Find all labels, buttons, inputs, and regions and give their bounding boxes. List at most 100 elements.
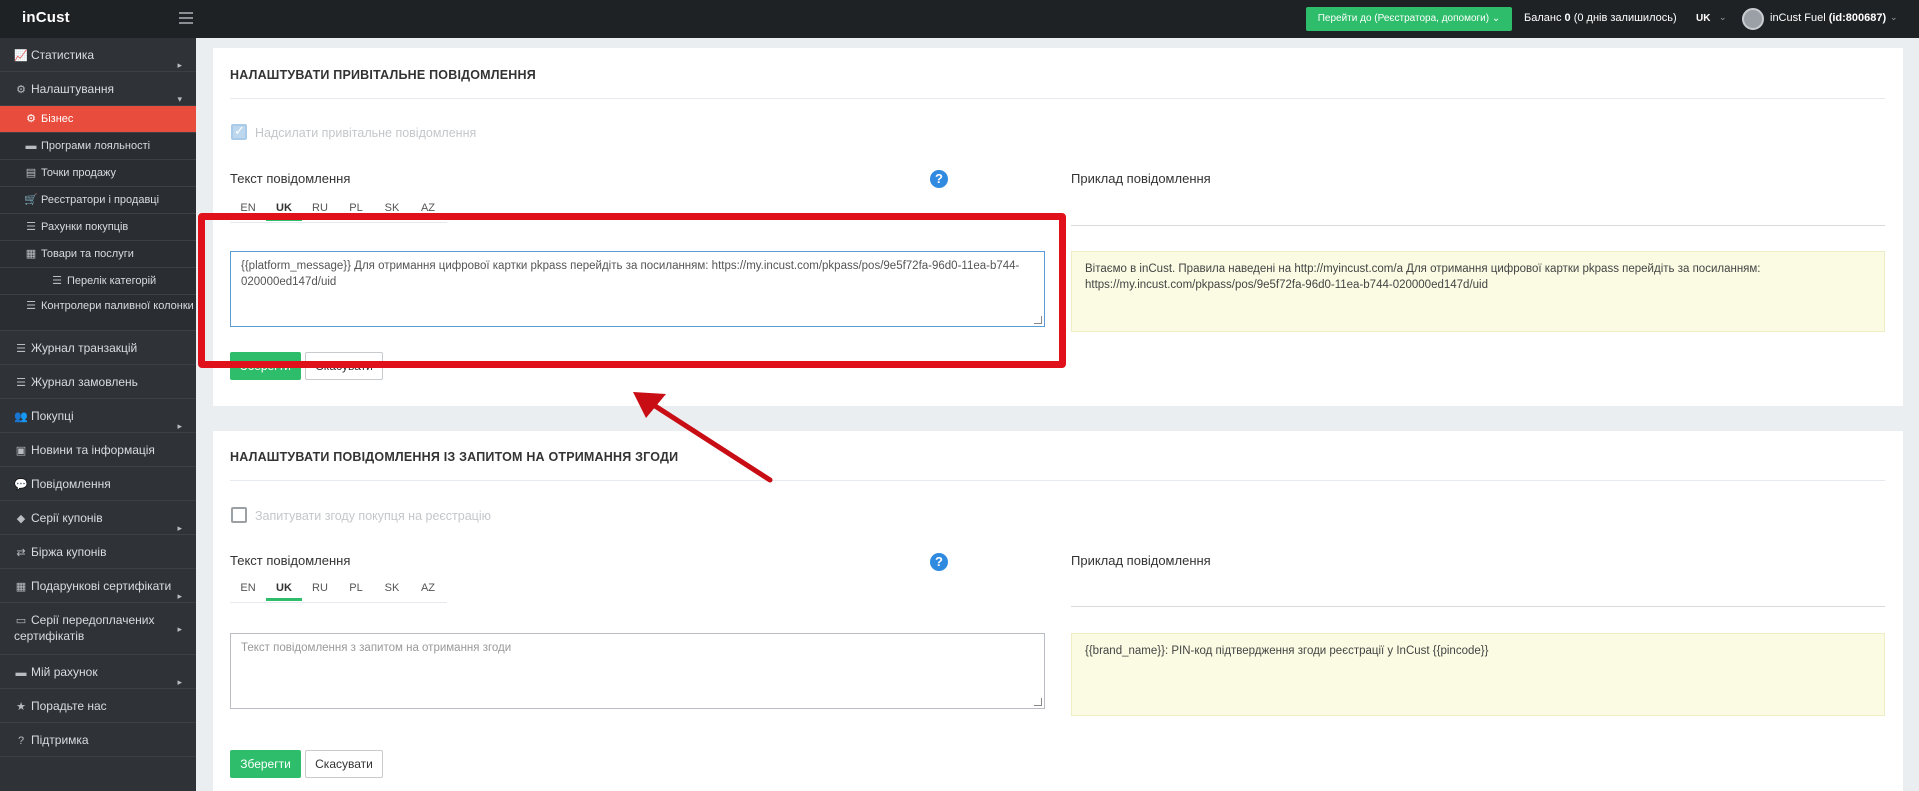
panel-title: НАЛАШТУВАТИ ПОВІДОМЛЕННЯ ІЗ ЗАПИТОМ НА О… [230, 450, 679, 464]
sidebar-item-transactions[interactable]: ☰ Журнал транзакцій [0, 331, 196, 365]
sidebar-item-coupon-exchange[interactable]: ⇄ Біржа купонів [0, 535, 196, 569]
sidebar-item-label: Товари та послуги [41, 248, 134, 260]
sidebar-item-label: Контролери паливної колонки [41, 300, 194, 312]
sidebar-item-label: Перелік категорій [67, 275, 157, 287]
sidebar-item-fuel-controllers[interactable]: ☰ Контролери паливної колонки [0, 295, 196, 331]
message-example-label: Приклад повідомлення [1071, 171, 1211, 186]
tab-sk[interactable]: SK [374, 579, 410, 601]
gift-icon: ▦ [15, 581, 27, 593]
user-menu[interactable]: inCust Fuel (id:800687) [1770, 12, 1886, 24]
sidebar-item-recommend[interactable]: ★ Порадьте нас [0, 689, 196, 723]
sidebar-item-label: Покупці [31, 409, 74, 423]
document-icon: ▤ [25, 167, 37, 179]
exchange-icon: ⇄ [16, 547, 26, 559]
send-welcome-label: Надсилати привітальне повідомлення [255, 126, 477, 140]
save-button[interactable]: Зберегти [230, 750, 301, 778]
sidebar-item-my-account[interactable]: ▬ Мій рахунок ▸ [0, 655, 196, 689]
sidebar-item-orders[interactable]: ☰ Журнал замовлень [0, 365, 196, 399]
cancel-button[interactable]: Скасувати [305, 750, 383, 778]
sidebar-item-goods-services[interactable]: ▦ Товари та послуги [0, 241, 196, 268]
sidebar-item-customers[interactable]: 👥 Покупці ▸ [0, 399, 196, 433]
sidebar-item-support[interactable]: ? Підтримка [0, 723, 196, 757]
gear-icon: ⚙ [16, 84, 26, 96]
menu-toggle-icon[interactable] [179, 12, 193, 24]
language-selector[interactable]: UK [1696, 13, 1710, 24]
tab-pl[interactable]: PL [338, 579, 374, 601]
help-icon[interactable]: ? [930, 170, 948, 188]
message-text-label: Текст повідомлення [230, 171, 351, 186]
sidebar-item-loyalty-programs[interactable]: ▬ Програми лояльності [0, 133, 196, 160]
goto-button-label: Перейти до (Реєстратора, допомоги) [1317, 13, 1490, 24]
chevron-down-icon[interactable]: ⌄ [1890, 12, 1898, 23]
tab-uk[interactable]: UK [266, 579, 302, 601]
sidebar-item-label: Журнал транзакцій [31, 341, 138, 355]
users-icon: 👥 [14, 411, 28, 423]
tab-en[interactable]: EN [230, 579, 266, 601]
sidebar-item-messages[interactable]: 💬 Повідомлення [0, 467, 196, 501]
briefcase-icon: ▬ [25, 140, 37, 152]
star-icon: ★ [16, 701, 26, 713]
sidebar-item-prepaid-certificates[interactable]: ▭ Серії передоплачених сертифікатів ▸ [0, 603, 196, 655]
sidebar-item-settings[interactable]: ⚙ Налаштування ▾ [0, 72, 196, 106]
list-icon: ▦ [25, 248, 37, 260]
divider [1071, 225, 1885, 226]
user-name: inCust Fuel [1770, 12, 1826, 24]
sidebar-item-customer-accounts[interactable]: ☰ Рахунки покупців [0, 214, 196, 241]
sidebar-item-label: Журнал замовлень [31, 375, 138, 389]
top-bar: inCust Перейти до (Реєстратора, допомоги… [0, 0, 1919, 38]
sidebar-item-label: Новини та інформація [31, 443, 155, 457]
sidebar-item-gift-certificates[interactable]: ▦ Подарункові сертифікати ▸ [0, 569, 196, 603]
sidebar-item-label: Повідомлення [31, 477, 111, 491]
sidebar-item-label: Реєстратори і продавці [41, 194, 160, 206]
sidebar-item-label: Серії купонів [31, 511, 103, 525]
consent-message-panel: НАЛАШТУВАТИ ПОВІДОМЛЕННЯ ІЗ ЗАПИТОМ НА О… [213, 431, 1903, 791]
list-icon: ☰ [26, 221, 36, 233]
sidebar-item-label: Статистика [31, 48, 95, 62]
request-consent-checkbox[interactable] [231, 507, 247, 523]
sidebar-item-label: Рахунки покупців [41, 221, 129, 233]
resize-handle[interactable] [1034, 698, 1042, 706]
consent-message-example: {{brand_name}}: PIN-код підтвердження зг… [1071, 633, 1885, 716]
card-icon: ▭ [15, 615, 27, 627]
balance-info: Баланс 0 (0 днів залишилось) [1524, 12, 1677, 24]
divider [1071, 606, 1885, 607]
list-icon: ☰ [52, 275, 62, 287]
tab-az[interactable]: AZ [410, 579, 446, 601]
list-icon: ☰ [16, 343, 26, 355]
help-icon[interactable]: ? [930, 553, 948, 571]
divider [230, 480, 1885, 481]
message-text-label: Текст повідомлення [230, 553, 351, 568]
example-text: {{brand_name}}: PIN-код підтвердження зг… [1085, 645, 1489, 657]
gear-icon: ⚙ [26, 113, 36, 125]
chevron-down-icon[interactable]: ⌄ [1719, 12, 1727, 23]
sidebar-item-statistics[interactable]: 📈 Статистика ▸ [0, 38, 196, 72]
sidebar-item-business[interactable]: ⚙ Бізнес [0, 106, 196, 133]
sidebar: 📈 Статистика ▸ ⚙ Налаштування ▾ ⚙ Бізнес ▬ Про… [0, 38, 196, 791]
sidebar-item-news[interactable]: ▣ Новини та інформація [0, 433, 196, 467]
annotation-arrow [633, 392, 773, 483]
consent-message-placeholder: Текст повідомлення з запитом на отриманн… [241, 642, 512, 654]
balance-days: (0 днів залишилось) [1573, 12, 1677, 24]
sidebar-item-label: Подарункові сертифікати [31, 579, 172, 593]
send-welcome-checkbox[interactable] [231, 123, 247, 140]
tab-ru[interactable]: RU [302, 579, 338, 601]
sidebar-item-categories[interactable]: ☰ Перелік категорій [0, 268, 196, 295]
avatar[interactable] [1742, 8, 1764, 30]
cart-icon: 🛒 [24, 194, 38, 206]
sidebar-item-label: Точки продажу [41, 167, 116, 179]
tag-icon: ◆ [16, 513, 26, 525]
chevron-right-icon: ▸ [177, 623, 182, 634]
sidebar-item-label: Серії передоплачених сертифікатів [14, 613, 155, 643]
sidebar-item-points-of-sale[interactable]: ▤ Точки продажу [0, 160, 196, 187]
incust-logo[interactable]: inCust [22, 9, 70, 26]
consent-message-textarea[interactable]: Текст повідомлення з запитом на отриманн… [230, 633, 1045, 709]
balance-label: Баланс [1524, 12, 1562, 24]
goto-button[interactable]: Перейти до (Реєстратора, допомоги) ⌄ [1306, 7, 1512, 31]
sidebar-item-registrars[interactable]: 🛒 Реєстратори і продавці [0, 187, 196, 214]
sidebar-item-label: Підтримка [31, 733, 89, 747]
example-text: Вітаємо в inCust. Правила наведені на ht… [1085, 263, 1761, 291]
comment-icon: 💬 [14, 479, 28, 491]
message-example-label: Приклад повідомлення [1071, 553, 1211, 568]
sidebar-item-label: Мій рахунок [31, 665, 98, 679]
sidebar-item-coupon-series[interactable]: ◆ Серії купонів ▸ [0, 501, 196, 535]
